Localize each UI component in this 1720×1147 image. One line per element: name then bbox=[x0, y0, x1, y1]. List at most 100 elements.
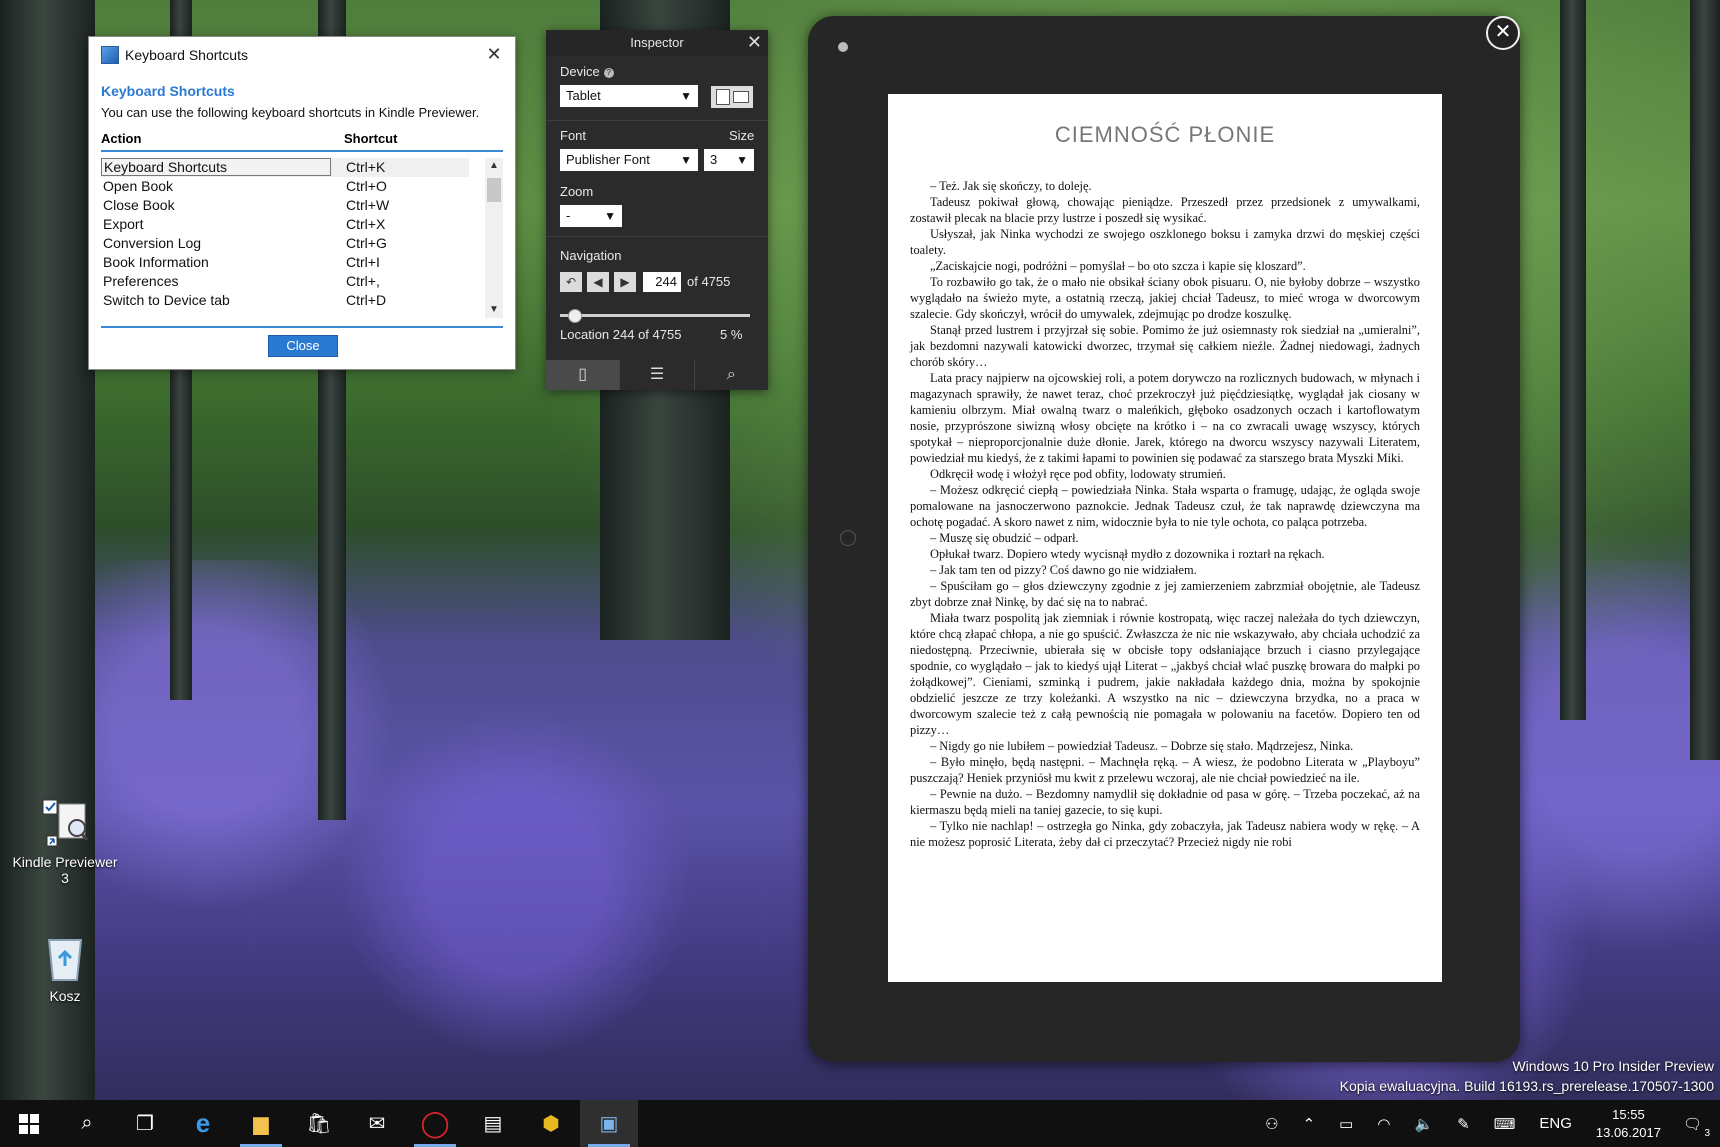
chapter-title: CIEMNOŚĆ PŁONIE bbox=[1054, 122, 1276, 147]
clock-date: 13.06.2017 bbox=[1595, 1124, 1661, 1140]
previous-page-icon[interactable]: ◀ bbox=[587, 272, 609, 292]
book-paragraph: Usłyszał, jak Ninka wychodzi ze swojego … bbox=[910, 227, 1420, 257]
book-paragraph: – Pewnie na dużo. – Bezdomny namydlił si… bbox=[910, 787, 1420, 817]
taskbar-kindle-previewer[interactable]: ▣ bbox=[580, 1100, 638, 1147]
scrollbar[interactable]: ▲ ▼ bbox=[485, 158, 503, 318]
tab-search[interactable]: ⌕ bbox=[693, 360, 768, 390]
book-paragraph: – Muszę się obudzić – odparł. bbox=[930, 531, 1079, 545]
table-row[interactable]: Close Book Ctrl+W bbox=[101, 196, 503, 215]
dialog-titlebar: Keyboard Shortcuts bbox=[89, 37, 515, 73]
book-page[interactable]: CIEMNOŚĆ PŁONIE – Też. Jak się skończy, … bbox=[888, 94, 1442, 982]
clock-time: 15:55 bbox=[1612, 1106, 1645, 1122]
opera-icon: ◯ bbox=[420, 1108, 450, 1138]
tab-toc[interactable]: ☰ bbox=[619, 360, 693, 390]
task-view-button[interactable]: ❐ bbox=[116, 1100, 174, 1147]
taskbar-file-explorer[interactable]: ▆ bbox=[232, 1100, 290, 1147]
table-row[interactable]: Conversion Log Ctrl+G bbox=[101, 234, 503, 253]
camera-icon bbox=[838, 42, 848, 52]
volume-icon[interactable]: 🔈 bbox=[1402, 1115, 1445, 1133]
desktop-icon-recycle-bin[interactable]: Kosz bbox=[10, 932, 120, 1004]
book-paragraph: Opłukał twarz. Dopiero wtedy wycisnął my… bbox=[930, 547, 1325, 561]
battery-icon[interactable]: ▭ bbox=[1327, 1115, 1365, 1133]
tab-device[interactable]: ▯ bbox=[546, 360, 620, 390]
tablet-preview: CIEMNOŚĆ PŁONIE – Też. Jak się skończy, … bbox=[808, 16, 1520, 1062]
kindle-previewer-icon bbox=[41, 798, 89, 850]
divider bbox=[546, 236, 768, 237]
size-select-value: 3 bbox=[710, 152, 718, 167]
scrollbar-thumb[interactable] bbox=[487, 178, 501, 202]
close-preview-icon[interactable]: ✕ bbox=[1486, 16, 1520, 50]
page-total: of 4755 bbox=[687, 274, 731, 289]
people-icon[interactable]: ⚇ bbox=[1253, 1115, 1290, 1133]
book-paragraph: Odkręcił wodę i włożył ręce pod obfity, … bbox=[930, 467, 1226, 481]
table-row[interactable]: Switch to Device tab Ctrl+D bbox=[101, 291, 503, 310]
location-text: Location 244 of 4755 bbox=[560, 327, 682, 342]
desktop-icon-label: Kosz bbox=[49, 988, 81, 1004]
taskbar-store[interactable]: 🛍 bbox=[290, 1100, 348, 1147]
action-cell: Preferences bbox=[103, 273, 179, 289]
page-number-input[interactable]: 244 bbox=[643, 272, 681, 292]
taskbar-app[interactable]: ▤ bbox=[464, 1100, 522, 1147]
keyboard-shortcuts-dialog: Keyboard Shortcuts ✕ Keyboard Shortcuts … bbox=[88, 36, 516, 370]
close-button[interactable]: Close bbox=[268, 335, 338, 357]
location-slider[interactable] bbox=[560, 309, 750, 323]
book-paragraph: To rozbawiło go tak, że o mało nie obsik… bbox=[910, 275, 1420, 321]
book-paragraph: – Nigdy go nie lubiłem – powiedział Tade… bbox=[930, 739, 1354, 753]
chevron-up-icon[interactable]: ⌃ bbox=[1291, 1115, 1328, 1133]
orientation-toggle[interactable] bbox=[711, 86, 753, 108]
shortcut-cell: Ctrl+X bbox=[346, 216, 386, 232]
chevron-down-icon: ▼ bbox=[736, 153, 748, 167]
taskbar-mail[interactable]: ✉ bbox=[348, 1100, 406, 1147]
app-window-icon: ▤ bbox=[483, 1113, 503, 1135]
table-row[interactable]: Open Book Ctrl+O bbox=[101, 177, 503, 196]
zoom-label: Zoom bbox=[560, 184, 594, 199]
book-paragraph: – Było minęło, będą następni. – Machnęła… bbox=[910, 755, 1420, 785]
watermark-line1: Windows 10 Pro Insider Preview bbox=[1512, 1058, 1714, 1074]
font-select-value: Publisher Font bbox=[566, 152, 650, 167]
taskbar-app-2[interactable]: ⬢ bbox=[522, 1100, 580, 1147]
size-select[interactable]: 3 ▼ bbox=[704, 149, 754, 171]
search-button[interactable]: ⌕ bbox=[58, 1100, 116, 1147]
table-row[interactable]: Book Information Ctrl+I bbox=[101, 253, 503, 272]
scroll-down-icon[interactable]: ▼ bbox=[485, 302, 503, 318]
shortcut-list[interactable]: Keyboard Shortcuts Ctrl+K Open Book Ctrl… bbox=[101, 158, 503, 328]
watermark-line2: Kopia ewaluacyjna. Build 16193.rs_prerel… bbox=[1339, 1078, 1714, 1094]
keyboard-icon[interactable]: ⌨ bbox=[1482, 1115, 1528, 1133]
zoom-select[interactable]: - ▼ bbox=[560, 205, 622, 227]
book-paragraph: – Spuściłam go – głos dziewczyny zgodnie… bbox=[910, 579, 1420, 609]
desktop-icon-kindle-previewer[interactable]: Kindle Previewer 3 bbox=[10, 798, 120, 886]
device-select[interactable]: Tablet ▼ bbox=[560, 85, 698, 107]
help-icon[interactable]: ? bbox=[603, 68, 614, 78]
landscape-icon[interactable] bbox=[733, 91, 749, 103]
taskbar-opera[interactable]: ◯ bbox=[406, 1100, 464, 1147]
wifi-icon[interactable]: ◠ bbox=[1365, 1115, 1402, 1133]
action-center-button[interactable]: 🗨 3 bbox=[1673, 1115, 1720, 1139]
book-paragraph: – Możesz odkręcić ciepłą – powiedziała N… bbox=[910, 483, 1420, 529]
table-row[interactable]: Preferences Ctrl+, bbox=[101, 272, 503, 291]
table-row[interactable]: Export Ctrl+X bbox=[101, 215, 503, 234]
device-icon: ▯ bbox=[578, 366, 588, 383]
book-paragraph: Stanął przed lustrem i przyjrzał się sob… bbox=[910, 323, 1420, 369]
shortcut-cell: Ctrl+D bbox=[346, 292, 387, 308]
taskbar-edge[interactable]: e bbox=[174, 1100, 232, 1147]
pen-icon[interactable]: ✎ bbox=[1445, 1115, 1482, 1133]
home-button[interactable] bbox=[840, 530, 856, 546]
back-icon[interactable]: ↶ bbox=[560, 272, 582, 292]
language-indicator[interactable]: ENG bbox=[1527, 1115, 1584, 1132]
notification-count: 3 bbox=[1704, 1127, 1710, 1139]
divider bbox=[546, 120, 768, 121]
font-select[interactable]: Publisher Font ▼ bbox=[560, 149, 698, 171]
portrait-icon[interactable] bbox=[716, 89, 730, 105]
book-text: – Też. Jak się skończy, to doleję. Tadeus… bbox=[910, 178, 1420, 850]
close-icon[interactable]: ✕ bbox=[747, 32, 762, 53]
next-page-icon[interactable]: ▶ bbox=[614, 272, 636, 292]
action-cell: Close Book bbox=[103, 197, 175, 213]
start-button[interactable] bbox=[0, 1100, 58, 1147]
app-icon bbox=[101, 46, 119, 64]
close-icon[interactable]: ✕ bbox=[483, 43, 505, 65]
table-row[interactable]: Keyboard Shortcuts Ctrl+K bbox=[101, 158, 469, 177]
clock[interactable]: 15:55 13.06.2017 bbox=[1584, 1106, 1673, 1142]
taskbar: ⌕ ❐ e ▆ 🛍 ✉ ◯ ▤ ⬢ ▣ ⚇ ⌃ ▭ ◠ 🔈 ✎ ⌨ ENG 15… bbox=[0, 1100, 1720, 1147]
slider-knob[interactable] bbox=[567, 309, 582, 323]
scroll-up-icon[interactable]: ▲ bbox=[485, 158, 503, 174]
